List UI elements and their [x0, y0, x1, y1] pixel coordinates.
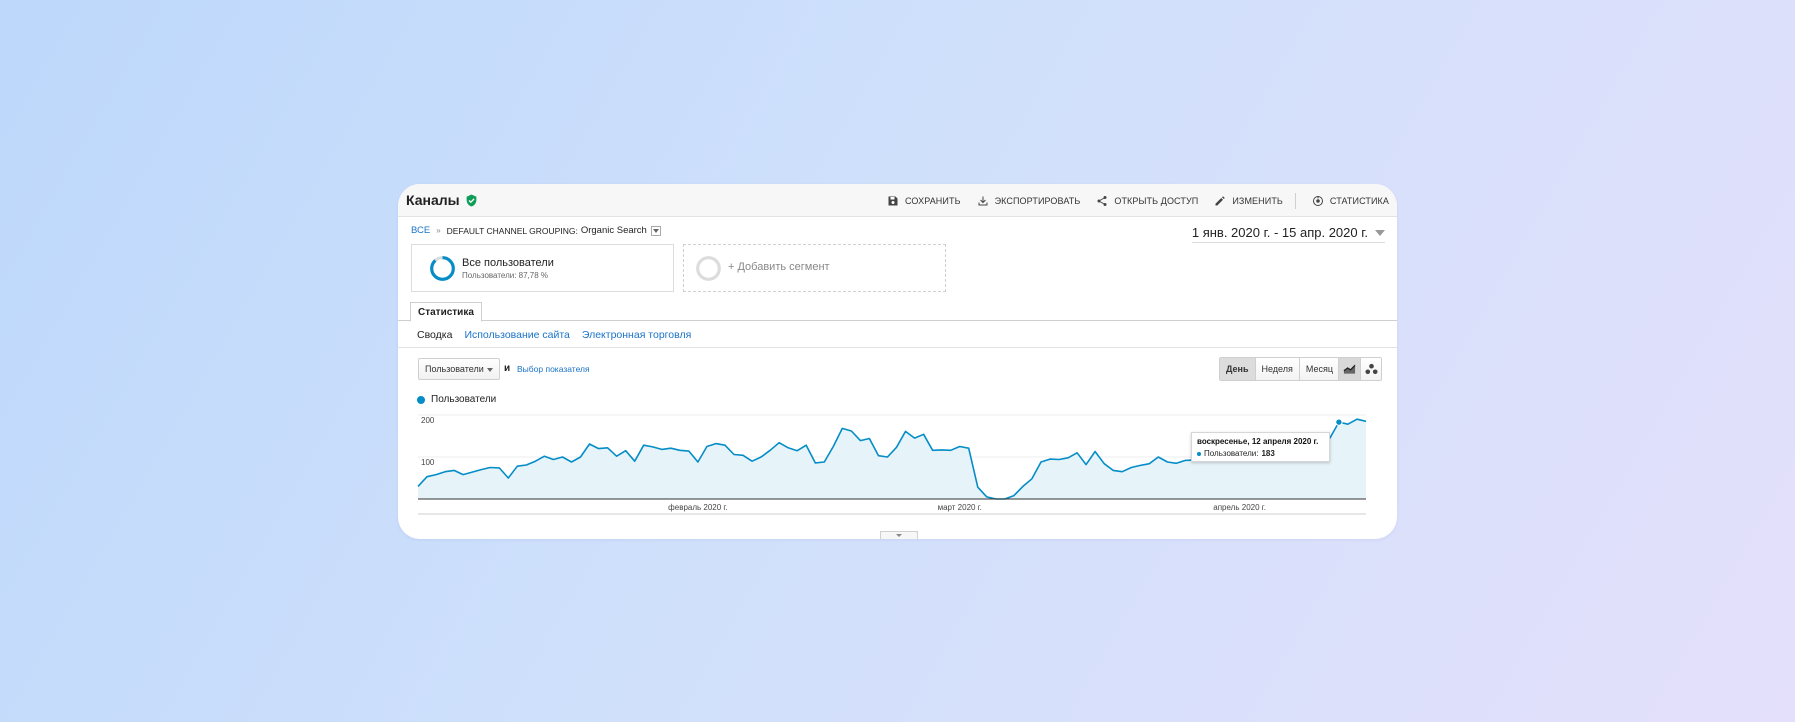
export-button[interactable]: ЭКСПОРТИРОВАТЬ	[977, 195, 1081, 207]
tooltip-row: Пользователи: 183	[1197, 449, 1324, 458]
x-tick-label: февраль 2020 г.	[668, 503, 727, 512]
bubble-chart-icon	[1364, 363, 1378, 375]
chevron-down-icon	[1375, 229, 1385, 236]
tooltip-metric: Пользователи:	[1204, 449, 1259, 458]
edit-label: ИЗМЕНИТЬ	[1232, 195, 1283, 206]
segment-name: Все пользователи	[462, 257, 554, 269]
save-button[interactable]: СОХРАНИТЬ	[887, 195, 961, 207]
insights-icon	[1312, 195, 1323, 206]
tooltip-date: воскресенье, 12 апреля 2020 г.	[1197, 437, 1319, 446]
breadcrumb-dropdown[interactable]	[650, 225, 661, 236]
motion-chart-view-button[interactable]	[1360, 358, 1381, 380]
metric-select[interactable]: Пользователи	[418, 358, 500, 380]
breadcrumb-value: Organic Search	[580, 225, 647, 236]
tab-statistics[interactable]: Статистика	[410, 302, 482, 322]
legend-swatch	[417, 395, 425, 404]
breadcrumb: ВСЕ » DEFAULT CHANNEL GROUPING: Organic …	[411, 225, 661, 236]
metric-select-value: Пользователи	[425, 364, 484, 374]
x-tick-label: март 2020 г.	[938, 503, 982, 512]
chart-view-toggle	[1338, 357, 1382, 381]
chevron-down-icon	[487, 368, 493, 372]
x-tick-label: апрель 2020 г.	[1213, 503, 1266, 512]
verified-shield-icon	[466, 194, 476, 206]
period-toggle: День Неделя Месяц	[1219, 357, 1341, 381]
date-range-picker[interactable]: 1 янв. 2020 г. - 15 апр. 2020 г.	[1191, 225, 1385, 243]
highlighted-point[interactable]	[1335, 418, 1343, 426]
insights-label: СТАТИСТИКА	[1329, 195, 1389, 206]
save-icon	[888, 196, 898, 205]
period-month-button[interactable]: Месяц	[1298, 358, 1340, 380]
subnav-ecommerce[interactable]: Электронная торговля	[582, 329, 691, 341]
add-segment-button[interactable]: + Добавить сегмент	[683, 244, 946, 292]
y-tick-label: 100	[421, 458, 435, 467]
export-label: ЭКСПОРТИРОВАТЬ	[994, 195, 1081, 206]
header-divider	[1294, 192, 1296, 209]
period-week-button[interactable]: Неделя	[1254, 358, 1299, 380]
and-label: и	[504, 363, 511, 374]
chart-tooltip: воскресенье, 12 апреля 2020 г. Пользоват…	[1191, 432, 1330, 462]
insights-button[interactable]: СТАТИСТИКА	[1312, 195, 1389, 207]
header-actions: СОХРАНИТЬ ЭКСПОРТИРОВАТЬ ОТКРЫТЬ ДОСТУП …	[871, 184, 1389, 217]
subnav-site-usage[interactable]: Использование сайта	[464, 329, 569, 341]
share-button[interactable]: ОТКРЫТЬ ДОСТУП	[1096, 195, 1198, 207]
breadcrumb-root-link[interactable]: ВСЕ	[411, 225, 430, 236]
users-area-chart: 200 100 февраль 2020 г. март 2020 г. апрель …	[417, 414, 1367, 515]
breadcrumb-dimension: DEFAULT CHANNEL GROUPING:	[446, 225, 578, 236]
subnav-summary[interactable]: Сводка	[417, 329, 452, 341]
save-label: СОХРАНИТЬ	[905, 195, 961, 206]
period-day-button[interactable]: День	[1220, 358, 1255, 380]
y-tick-label: 200	[421, 416, 435, 425]
report-subnav: Сводка Использование сайта Электронная т…	[398, 322, 1397, 348]
share-label: ОТКРЫТЬ ДОСТУП	[1114, 195, 1199, 206]
tab-bar: Статистика	[398, 299, 1397, 322]
report-card: Каналы СОХРАНИТЬ ЭКСПОРТИРОВАТЬ ОТКРЫТЬ …	[398, 184, 1397, 539]
report-header: Каналы СОХРАНИТЬ ЭКСПОРТИРОВАТЬ ОТКРЫТЬ …	[398, 184, 1397, 217]
line-chart-icon	[1343, 364, 1356, 374]
tooltip-swatch	[1197, 451, 1201, 456]
chart-scroll-handle[interactable]	[880, 531, 918, 539]
segment-all-users[interactable]: Все пользователи Пользователи: 87,78 %	[411, 244, 674, 292]
pencil-icon	[1215, 195, 1226, 205]
date-range-label: 1 янв. 2020 г. - 15 апр. 2020 г.	[1191, 225, 1368, 240]
segment-share: Пользователи: 87,78 %	[462, 271, 549, 280]
segment-ring-icon	[430, 256, 455, 281]
tooltip-value: 183	[1261, 449, 1275, 458]
empty-segment-icon	[696, 256, 721, 281]
download-icon	[978, 196, 988, 205]
add-segment-label: + Добавить сегмент	[728, 261, 830, 273]
share-icon	[1097, 195, 1107, 206]
edit-button[interactable]: ИЗМЕНИТЬ	[1214, 195, 1283, 207]
choose-metric-link[interactable]: Выбор показателя	[517, 364, 590, 374]
line-chart-view-button[interactable]	[1339, 358, 1360, 380]
breadcrumb-arrow-icon: »	[436, 226, 441, 235]
page-title: Каналы	[406, 192, 460, 208]
